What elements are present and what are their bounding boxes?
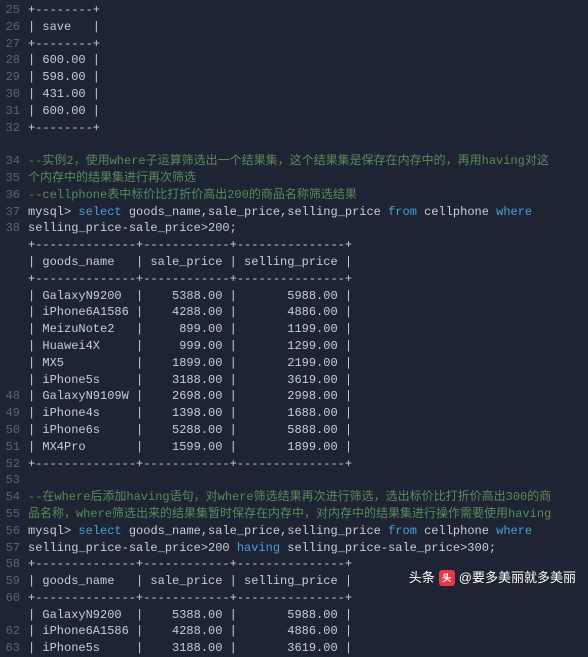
line-number: 25 [0, 2, 20, 19]
code-line: 个内存中的结果集进行再次筛选 [28, 170, 588, 187]
code-line [28, 136, 588, 153]
line-number: 50 [0, 422, 20, 439]
code-line: +--------+ [28, 2, 588, 19]
code-line: +--------+ [28, 120, 588, 137]
line-number: 59 [0, 573, 20, 590]
line-number: 57 [0, 540, 20, 557]
line-number [0, 304, 20, 321]
line-number: 54 [0, 489, 20, 506]
line-number [0, 237, 20, 254]
line-number: 53 [0, 472, 20, 489]
line-number [0, 271, 20, 288]
code-line: +--------------+------------+-----------… [28, 271, 588, 288]
code-line: | 600.00 | [28, 103, 588, 120]
code-line: 品名称，where筛选出来的结果集暂时保存在内存中，对内存中的结果集进行操作需要… [28, 506, 588, 523]
line-number: 52 [0, 456, 20, 473]
line-number [0, 321, 20, 338]
line-number: 35 [0, 170, 20, 187]
line-number [0, 254, 20, 271]
code-area[interactable]: +--------+| save |+--------+| 600.00 || … [28, 0, 588, 595]
code-line: mysql> select goods_name,sale_price,sell… [28, 204, 588, 221]
watermark-prefix: 头条 [409, 569, 435, 587]
code-line: | 598.00 | [28, 69, 588, 86]
watermark: 头条 头 @要多美丽就多美丽 [409, 569, 576, 587]
line-number: 29 [0, 69, 20, 86]
code-line: +--------------+------------+-----------… [28, 456, 588, 473]
line-number: 38 [0, 220, 20, 237]
line-number [0, 607, 20, 624]
line-number [0, 338, 20, 355]
code-line: | MX5 | 1899.00 | 2199.00 | [28, 355, 588, 372]
watermark-handle: @要多美丽就多美丽 [459, 569, 576, 587]
code-line: | Huawei4X | 999.00 | 1299.00 | [28, 338, 588, 355]
code-line: mysql> select goods_name,sale_price,sell… [28, 523, 588, 540]
code-line: | GalaxyN9109W | 2698.00 | 2998.00 | [28, 388, 588, 405]
code-line: | iPhone6A1586 | 4288.00 | 4886.00 | [28, 623, 588, 640]
code-line: | iPhone5s | 3188.00 | 3619.00 | [28, 640, 588, 657]
code-line [28, 472, 588, 489]
line-number: 27 [0, 36, 20, 53]
line-number: 51 [0, 439, 20, 456]
line-number [0, 372, 20, 389]
code-line: | iPhone6s | 5288.00 | 5888.00 | [28, 422, 588, 439]
line-number: 31 [0, 103, 20, 120]
watermark-logo-icon: 头 [439, 570, 455, 586]
code-line: +--------------+------------+-----------… [28, 590, 588, 607]
line-number: 60 [0, 590, 20, 607]
code-line: --cellphone表中标价比打折价高出200的商品名称筛选结果 [28, 187, 588, 204]
code-line: | GalaxyN9200 | 5388.00 | 5988.00 | [28, 607, 588, 624]
code-line: | goods_name | sale_price | selling_pric… [28, 254, 588, 271]
code-line: | save | [28, 19, 588, 36]
code-line: | iPhone5s | 3188.00 | 3619.00 | [28, 372, 588, 389]
line-number: 49 [0, 405, 20, 422]
line-number: 62 [0, 623, 20, 640]
line-number: 32 [0, 120, 20, 137]
code-line: | iPhone4s | 1398.00 | 1688.00 | [28, 405, 588, 422]
code-line: selling_price-sale_price>200 having sell… [28, 540, 588, 557]
line-number: 36 [0, 187, 20, 204]
code-line: +--------+ [28, 36, 588, 53]
line-number [0, 136, 20, 153]
code-line: selling_price-sale_price>200; [28, 220, 588, 237]
code-line: | GalaxyN9200 | 5388.00 | 5988.00 | [28, 288, 588, 305]
line-number: 58 [0, 556, 20, 573]
code-line: | iPhone6A1586 | 4288.00 | 4886.00 | [28, 304, 588, 321]
code-editor: 2526272829303132 3435363738 48495051525354… [0, 0, 588, 595]
code-line: --在where后添加having语句，对where筛选结果再次进行筛选，选出标… [28, 489, 588, 506]
line-gutter: 2526272829303132 3435363738 48495051525354… [0, 0, 28, 595]
line-number: 26 [0, 19, 20, 36]
line-number: 48 [0, 388, 20, 405]
line-number: 28 [0, 52, 20, 69]
line-number: 56 [0, 523, 20, 540]
line-number [0, 288, 20, 305]
code-line: | 431.00 | [28, 86, 588, 103]
code-line: | 600.00 | [28, 52, 588, 69]
line-number: 34 [0, 153, 20, 170]
line-number [0, 355, 20, 372]
line-number: 30 [0, 86, 20, 103]
code-line: +--------------+------------+-----------… [28, 237, 588, 254]
line-number: 37 [0, 204, 20, 221]
line-number: 63 [0, 640, 20, 657]
line-number: 55 [0, 506, 20, 523]
code-line: | MX4Pro | 1599.00 | 1899.00 | [28, 439, 588, 456]
code-line: | MeizuNote2 | 899.00 | 1199.00 | [28, 321, 588, 338]
code-line: --实例2，使用where子运算筛选出一个结果集，这个结果集是保存在内存中的，再… [28, 153, 588, 170]
